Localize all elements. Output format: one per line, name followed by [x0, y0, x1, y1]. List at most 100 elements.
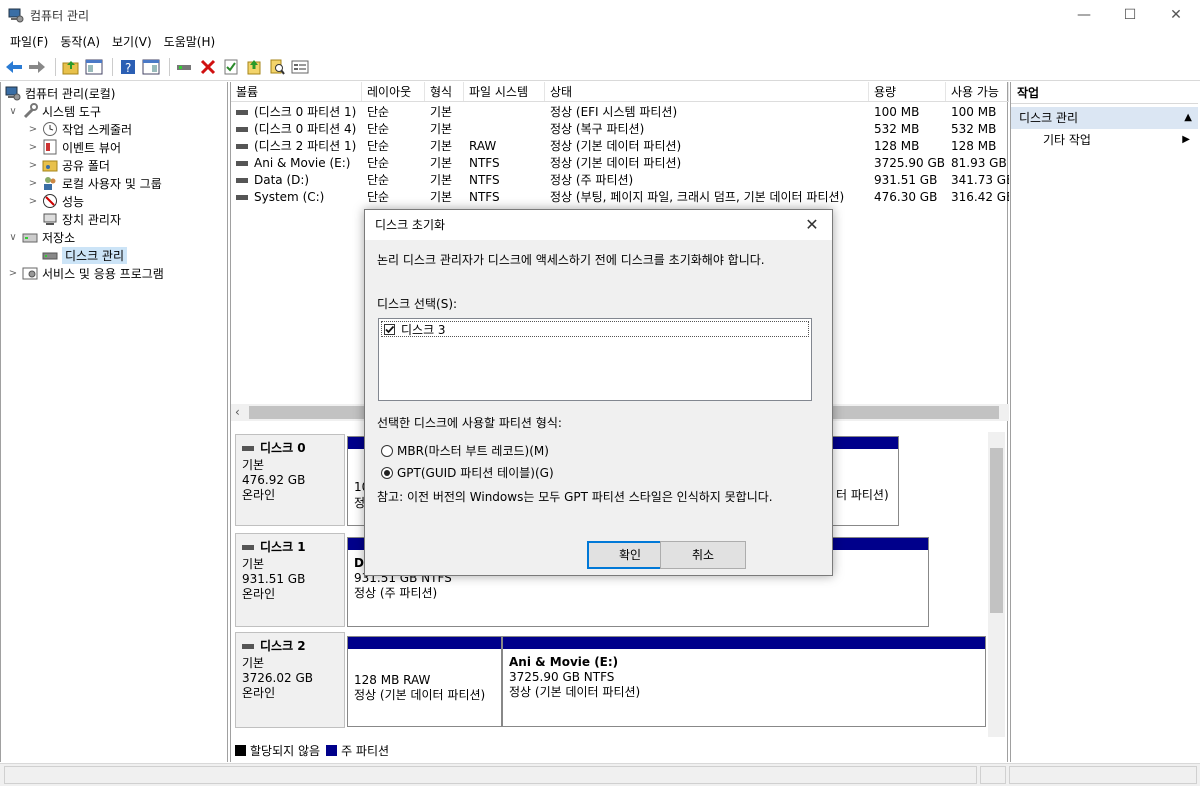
more-actions[interactable]: 기타 작업 ▶ — [1011, 129, 1198, 151]
disk-3-checkbox[interactable] — [384, 323, 395, 335]
computer-management-icon — [8, 7, 24, 23]
tools-icon — [22, 103, 38, 119]
tree-item-system-tools[interactable]: ∨ 시스템 도구 — [7, 102, 101, 120]
services-icon — [22, 265, 38, 281]
column-header-file-system[interactable]: 파일 시스템 — [464, 82, 545, 101]
performance-icon — [42, 193, 58, 209]
tree-item-storage[interactable]: ∨ 저장소 — [7, 228, 75, 246]
help-icon[interactable]: ? — [118, 57, 138, 77]
column-header-type[interactable]: 형식 — [425, 82, 464, 101]
event-viewer-icon — [42, 139, 58, 155]
unallocated-swatch — [235, 744, 246, 756]
search-icon[interactable] — [267, 57, 287, 77]
legend: 할당되지 않음 주 파티션 — [235, 742, 389, 758]
column-header-volume[interactable]: 볼륨 — [231, 82, 362, 101]
view-icon[interactable] — [141, 57, 161, 77]
table-row[interactable]: (디스크 2 파티션 1) 단순 기본 RAW 정상 (기본 데이터 파티션) … — [231, 138, 1009, 155]
cancel-button[interactable]: 취소 — [660, 541, 746, 569]
tree-item-performance[interactable]: > 성능 — [27, 192, 84, 210]
status-segment — [1009, 766, 1197, 784]
status-bar — [0, 763, 1200, 786]
disk-2-label[interactable]: 디스크 2 기본 3726.02 GB 온라인 — [235, 632, 345, 728]
disk-2-partition-raw[interactable]: 128 MB RAW 정상 (기본 데이터 파티션) — [347, 636, 502, 727]
svg-text:?: ? — [125, 61, 131, 75]
volume-icon — [236, 144, 248, 149]
vertical-scrollbar[interactable] — [988, 432, 1005, 737]
primary-partition-band — [503, 637, 985, 649]
close-button[interactable]: ✕ — [1153, 0, 1199, 30]
mbr-radio[interactable] — [381, 444, 393, 457]
scroll-left-icon[interactable]: ‹ — [235, 405, 240, 419]
tree-item-disk-management[interactable]: 디스크 관리 — [42, 246, 128, 264]
table-row[interactable]: System (C:) 단순 기본 NTFS 정상 (부팅, 페이지 파일, 크… — [231, 189, 1009, 206]
chevron-right-icon[interactable]: > — [7, 268, 19, 279]
disk-list-item[interactable]: 디스크 3 — [381, 321, 809, 337]
volume-icon — [236, 195, 248, 200]
column-header-free-space[interactable]: 사용 가능 — [946, 82, 1009, 101]
mbr-option[interactable]: MBR(마스터 부트 레코드)(M) — [381, 442, 549, 459]
forward-icon[interactable] — [27, 57, 47, 77]
device-manager-icon — [42, 211, 58, 227]
connect-icon[interactable] — [175, 57, 195, 77]
export-icon[interactable] — [244, 57, 264, 77]
up-folder-icon[interactable] — [61, 57, 81, 77]
dialog-description: 논리 디스크 관리자가 디스크에 액세스하기 전에 디스크를 초기화해야 합니다… — [377, 253, 765, 267]
delete-icon[interactable] — [198, 57, 218, 77]
chevron-down-icon[interactable]: ∨ — [7, 232, 19, 243]
tree-item-computer-management[interactable]: 컴퓨터 관리(로컬) — [5, 84, 115, 102]
table-row[interactable]: (디스크 0 파티션 4) 단순 기본 정상 (복구 파티션) 532 MB 5… — [231, 121, 1009, 138]
volume-icon — [236, 110, 248, 115]
storage-icon — [22, 229, 38, 245]
column-header-capacity[interactable]: 용량 — [869, 82, 946, 101]
chevron-right-icon[interactable]: > — [27, 124, 39, 135]
navigation-tree: 컴퓨터 관리(로컬) ∨ 시스템 도구 > 작업 스케줄러 > 이벤트 뷰어 >… — [0, 82, 228, 762]
tree-item-event-viewer[interactable]: > 이벤트 뷰어 — [27, 138, 121, 156]
column-header-status[interactable]: 상태 — [545, 82, 869, 101]
show-hide-tree-icon[interactable] — [84, 57, 104, 77]
disk-1-label[interactable]: 디스크 1 기본 931.51 GB 온라인 — [235, 533, 345, 627]
disk-list[interactable]: 디스크 3 — [378, 318, 812, 401]
disk-icon — [242, 644, 254, 649]
disk-management-icon — [42, 247, 58, 263]
menu-action[interactable]: 동작(A) — [54, 33, 106, 50]
collapse-icon[interactable]: ▲ — [1184, 107, 1192, 129]
table-row[interactable]: Ani & Movie (E:) 단순 기본 NTFS 정상 (기본 데이터 파… — [231, 155, 1009, 172]
check-icon[interactable] — [221, 57, 241, 77]
column-header-layout[interactable]: 레이아웃 — [362, 82, 425, 101]
tree-item-local-users[interactable]: > 로컬 사용자 및 그룹 — [27, 174, 162, 192]
partition-style-label: 선택한 디스크에 사용할 파티션 형식: — [377, 416, 562, 430]
users-icon — [42, 175, 58, 191]
computer-icon — [5, 85, 21, 101]
scrollbar-thumb[interactable] — [990, 448, 1003, 613]
table-row[interactable]: (디스크 0 파티션 1) 단순 기본 정상 (EFI 시스템 파티션) 100… — [231, 104, 1009, 121]
menu-view[interactable]: 보기(V) — [106, 33, 158, 50]
chevron-right-icon[interactable]: > — [27, 142, 39, 153]
tree-item-task-scheduler[interactable]: > 작업 스케줄러 — [27, 120, 132, 138]
gpt-radio[interactable] — [381, 466, 393, 479]
dialog-close-button[interactable]: ✕ — [798, 210, 826, 240]
menu-file[interactable]: 파일(F) — [4, 33, 54, 50]
chevron-right-icon[interactable]: > — [27, 160, 39, 171]
properties-icon[interactable] — [290, 57, 310, 77]
table-row[interactable]: Data (D:) 단순 기본 NTFS 정상 (주 파티션) 931.51 G… — [231, 172, 1009, 189]
chevron-down-icon[interactable]: ∨ — [7, 106, 19, 117]
tree-item-services[interactable]: > 서비스 및 응용 프로그램 — [7, 264, 164, 282]
disk-2-partition-ani-movie[interactable]: Ani & Movie (E:) 3725.90 GB NTFS 정상 (기본 … — [502, 636, 986, 727]
chevron-right-icon[interactable]: > — [27, 178, 39, 189]
dialog-title: 디스크 초기화 — [375, 218, 446, 232]
actions-section-disk-management[interactable]: 디스크 관리 ▲ — [1011, 107, 1198, 129]
back-icon[interactable] — [4, 57, 24, 77]
menu-help[interactable]: 도움말(H) — [158, 33, 222, 50]
disk-0-label[interactable]: 디스크 0 기본 476.92 GB 온라인 — [235, 434, 345, 526]
maximize-button[interactable]: ☐ — [1107, 0, 1153, 30]
actions-header: 작업 — [1011, 82, 1198, 104]
menu-bar: 파일(F) 동작(A) 보기(V) 도움말(H) — [0, 30, 1200, 52]
shared-folder-icon — [42, 157, 58, 173]
actions-pane: 작업 디스크 관리 ▲ 기타 작업 ▶ — [1010, 82, 1198, 762]
minimize-button[interactable]: — — [1061, 0, 1107, 30]
tree-item-device-manager[interactable]: 장치 관리자 — [42, 210, 121, 228]
chevron-right-icon[interactable]: > — [27, 196, 39, 207]
clock-icon — [42, 121, 58, 137]
gpt-option[interactable]: GPT(GUID 파티션 테이블)(G) — [381, 464, 554, 481]
tree-item-shared-folders[interactable]: > 공유 폴더 — [27, 156, 110, 174]
